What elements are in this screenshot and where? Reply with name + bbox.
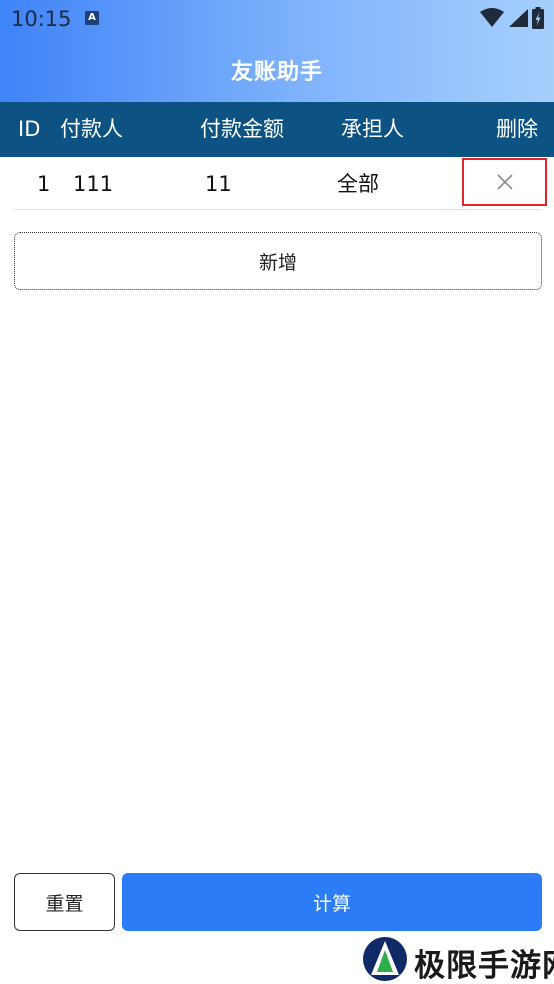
- cell-amount[interactable]: 11: [205, 157, 232, 210]
- watermark: 极限手游网: [362, 934, 554, 984]
- column-header-delete: 删除: [496, 117, 538, 141]
- watermark-text: 极限手游网: [414, 948, 554, 984]
- add-button[interactable]: 新增: [14, 232, 542, 290]
- cell-bearer[interactable]: 全部: [337, 157, 379, 210]
- page-title: 友账助手: [230, 60, 323, 85]
- watermark-logo-icon: [363, 937, 407, 981]
- column-header-bearer: 承担人: [341, 117, 404, 141]
- signal-icon: [509, 9, 528, 27]
- cell-payer[interactable]: 111: [73, 157, 113, 210]
- table-row: 1 111 11 全部: [14, 157, 547, 210]
- status-icons: [480, 7, 544, 29]
- app-screen: 10:15 A 友账助手 ID 付款人 付款金额 承担人 删除 1 111 11…: [0, 0, 554, 984]
- cell-id: 1: [37, 172, 51, 196]
- wifi-icon: [480, 8, 504, 27]
- column-header-amount: 付款金额: [200, 117, 284, 141]
- column-header-payer: 付款人: [60, 117, 123, 141]
- column-header-id: ID: [18, 117, 41, 141]
- status-time: 10:15: [11, 7, 72, 31]
- battery-icon: [532, 7, 544, 29]
- calculate-button[interactable]: 计算: [122, 873, 542, 931]
- delete-row-button[interactable]: [462, 158, 547, 206]
- close-icon: [496, 174, 513, 190]
- table-header: ID 付款人 付款金额 承担人 删除: [0, 102, 554, 157]
- reset-button[interactable]: 重置: [14, 873, 115, 931]
- app-header: 10:15 A 友账助手: [0, 0, 554, 102]
- notification-icon: A: [85, 11, 99, 25]
